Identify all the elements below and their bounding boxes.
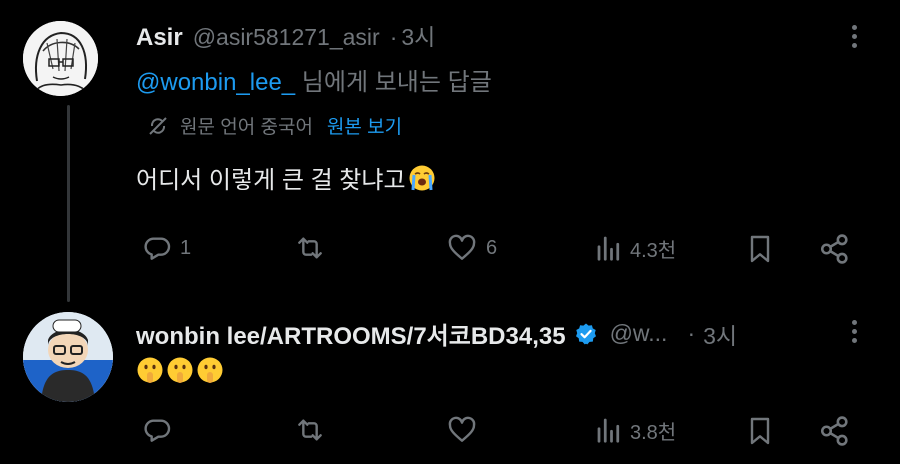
post-text-content: 어디서 이렇게 큰 걸 찾냐고 — [136, 167, 406, 194]
thread-connector-line — [67, 105, 70, 302]
analytics-icon — [597, 418, 620, 443]
show-original-link[interactable]: 원본 보기 — [327, 112, 402, 139]
heart-icon — [448, 234, 476, 260]
retweet-button[interactable] — [292, 232, 334, 264]
more-options-icon[interactable] — [852, 25, 857, 48]
retweet-button[interactable] — [292, 414, 334, 446]
bookmark-button[interactable] — [744, 232, 776, 266]
post-time[interactable]: 3시 — [401, 18, 435, 52]
avatar[interactable] — [23, 21, 98, 96]
author-name[interactable]: Asir — [136, 24, 183, 52]
bookmark-icon — [750, 417, 770, 445]
share-button[interactable] — [818, 414, 852, 448]
shushing-face-icon — [167, 357, 193, 383]
post-header: wonbin lee/ARTROOMS/7서코BD34,35 @w... · 3… — [136, 316, 737, 351]
retweet-icon — [298, 419, 322, 441]
replying-to-handle[interactable]: @wonbin_lee_ — [136, 69, 295, 96]
post-header: Asir @asir581271_asir · 3시 — [136, 18, 435, 52]
view-count: 3.8천 — [630, 421, 677, 444]
share-button[interactable] — [818, 232, 852, 266]
verified-badge-icon — [575, 323, 596, 344]
view-count: 4.3천 — [630, 239, 677, 262]
post-text: 어디서 이렇게 큰 걸 찾냐고 — [136, 160, 436, 195]
author-name[interactable]: wonbin lee/ARTROOMS/7서코BD34,35 — [136, 316, 566, 351]
author-handle[interactable]: @asir581271_asir — [193, 24, 380, 51]
avatar-sketch-image — [23, 21, 98, 96]
translation-bar: 원문 언어 중국어 원본 보기 — [146, 112, 402, 139]
replying-to-line: @wonbin_lee_ 님에게 보내는 답글 — [136, 62, 492, 97]
reply-icon — [144, 237, 171, 260]
share-icon — [820, 234, 848, 264]
shushing-face-icon — [137, 357, 163, 383]
bookmark-button[interactable] — [744, 414, 776, 448]
avatar[interactable] — [23, 312, 113, 402]
like-button[interactable] — [444, 414, 486, 446]
heart-icon — [448, 416, 476, 442]
separator-dot: · — [389, 24, 398, 50]
bookmark-icon — [750, 235, 770, 263]
loudly-crying-face-icon — [409, 165, 435, 190]
like-button[interactable]: 6 — [444, 232, 497, 264]
retweet-icon — [298, 237, 322, 259]
like-count: 6 — [486, 236, 498, 259]
shushing-face-icon — [197, 357, 223, 383]
analytics-icon — [597, 236, 620, 261]
post-time[interactable]: 3시 — [703, 317, 737, 351]
reply-button[interactable]: 1 — [140, 232, 191, 264]
translation-note: 원문 언어 중국어 — [180, 117, 313, 138]
views-button[interactable]: 4.3천 — [594, 232, 676, 264]
separator-dot: · — [687, 320, 696, 346]
author-handle[interactable]: @w... — [610, 320, 668, 347]
avatar-cartoon-image — [23, 312, 113, 402]
post-text — [136, 356, 224, 384]
replying-to-suffix: 님에게 보내는 답글 — [295, 69, 492, 96]
more-options-icon[interactable] — [852, 320, 857, 343]
reply-icon — [144, 419, 171, 442]
reply-button[interactable] — [140, 414, 180, 446]
share-icon — [820, 416, 848, 446]
translate-icon — [149, 116, 167, 135]
views-button[interactable]: 3.8천 — [594, 414, 676, 446]
reply-count: 1 — [180, 236, 192, 259]
